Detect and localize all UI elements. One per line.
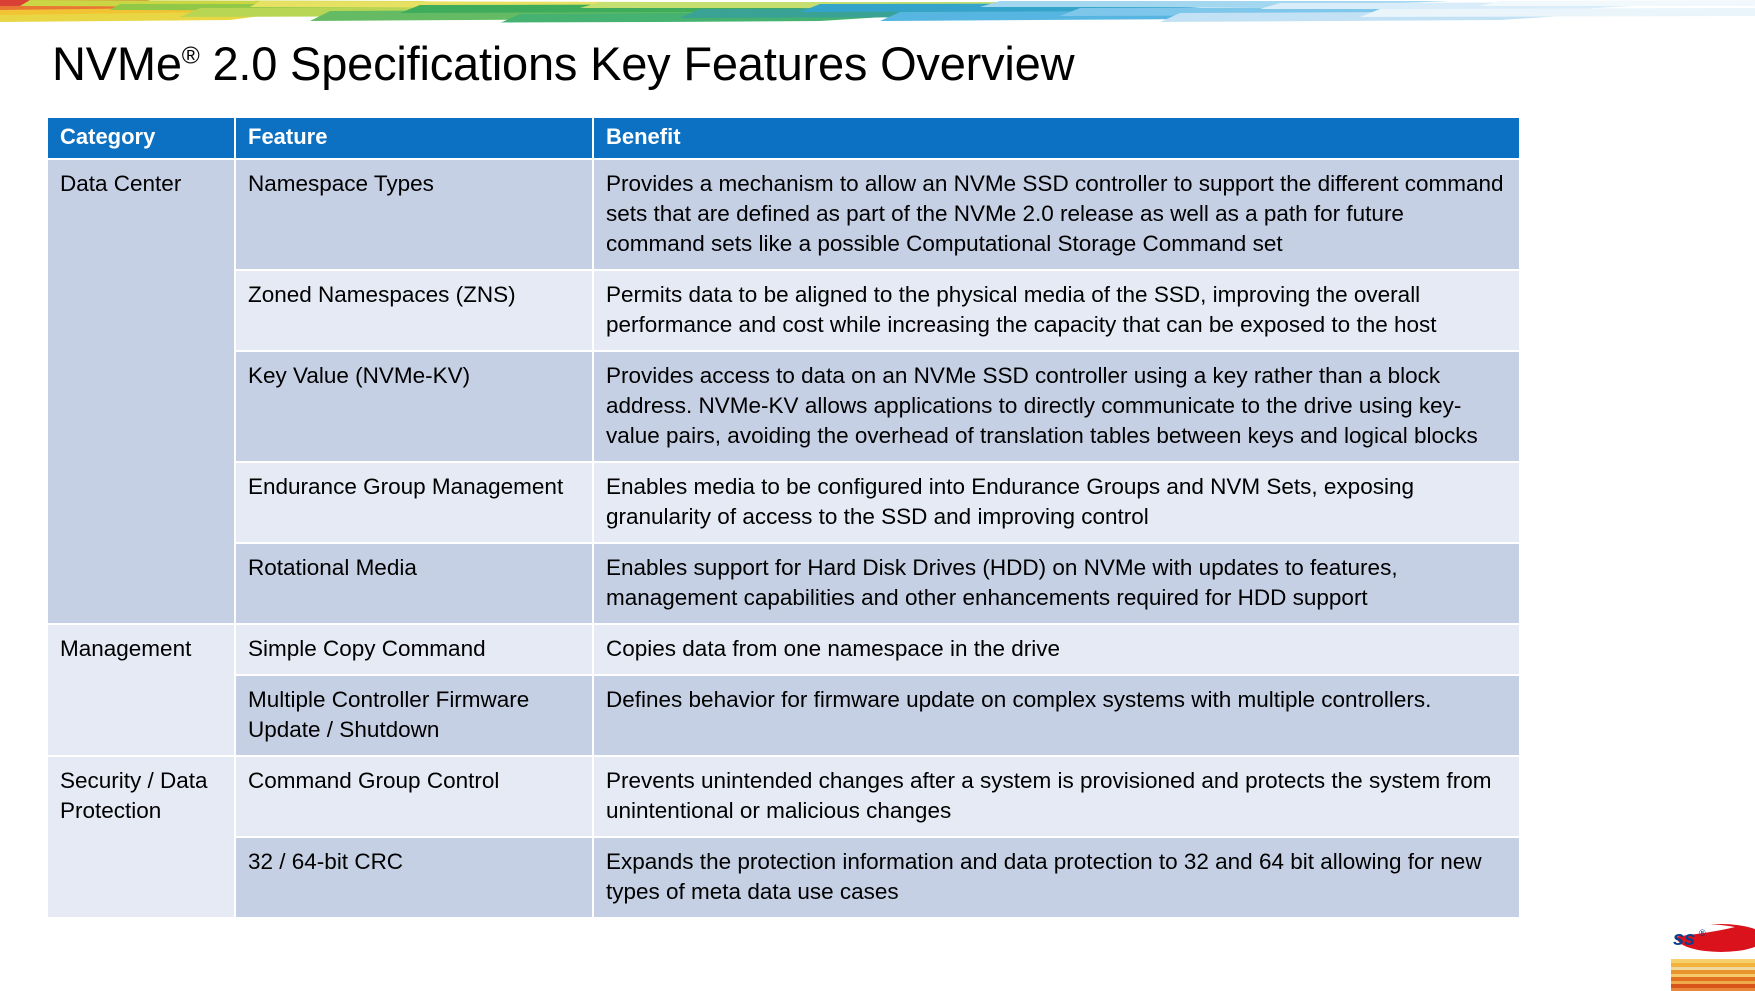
feature-cell: Simple Copy Command bbox=[236, 625, 592, 674]
benefit-cell: Defines behavior for firmware update on … bbox=[594, 676, 1519, 755]
registered-trademark-mark: ® bbox=[181, 42, 200, 70]
category-cell: Data Center bbox=[48, 160, 234, 623]
page-title-rest: 2.0 Specifications Key Features Overview bbox=[199, 37, 1075, 90]
table-row: Zoned Namespaces (ZNS) Permits data to be… bbox=[48, 271, 1519, 350]
category-cell: Management bbox=[48, 625, 234, 755]
logo-text: ss bbox=[1673, 928, 1695, 950]
table-header-row: Category Feature Benefit bbox=[48, 118, 1519, 158]
table-header: Category Feature Benefit bbox=[48, 118, 1519, 158]
specifications-table: Category Feature Benefit Data Center Name… bbox=[46, 116, 1521, 919]
table-row: Security / Data Protection Command Group … bbox=[48, 757, 1519, 917]
feature-cell: Multiple Controller Firmware Update / Sh… bbox=[236, 676, 592, 755]
table-row: Key Value (NVMe-KV) Provides access to da… bbox=[48, 352, 1519, 461]
feature-cell: Namespace Types bbox=[236, 160, 592, 269]
table-body: Data Center Namespace Types Provides a mec… bbox=[48, 160, 1519, 917]
column-header-feature: Feature bbox=[236, 118, 592, 158]
column-header-category: Category bbox=[48, 118, 234, 158]
feature-cell: Key Value (NVMe-KV) bbox=[236, 352, 592, 461]
page-title: NVMe® 2.0 Specifications Key Features Ov… bbox=[52, 36, 1075, 92]
benefit-cell: Enables support for Hard Disk Drives (HD… bbox=[594, 544, 1519, 623]
benefit-cell: Expands the protection information and d… bbox=[594, 838, 1519, 917]
table-row: 32 / 64-bit CRC Expands the protection in… bbox=[48, 838, 1519, 917]
column-header-benefit: Benefit bbox=[594, 118, 1519, 158]
benefit-cell: Copies data from one namespace in the dr… bbox=[594, 625, 1519, 674]
logo-graphic: ss ® bbox=[1671, 924, 1755, 991]
feature-cell: Endurance Group Management bbox=[236, 463, 592, 542]
benefit-cell: Prevents unintended changes after a syst… bbox=[594, 757, 1519, 836]
table-row: Management Simple Copy Command Copies data… bbox=[48, 625, 1519, 755]
benefit-cell: Provides access to data on an NVMe SSD c… bbox=[594, 352, 1519, 461]
category-cell: Security / Data Protection bbox=[48, 757, 234, 917]
flash-memory-summit-logo: ss ® bbox=[1671, 917, 1755, 991]
page-title-main: NVMe bbox=[52, 37, 182, 90]
benefit-cell: Provides a mechanism to allow an NVMe SS… bbox=[594, 160, 1519, 269]
feature-cell: 32 / 64-bit CRC bbox=[236, 838, 592, 917]
feature-cell: Command Group Control bbox=[236, 757, 592, 836]
logo-registered-mark: ® bbox=[1699, 928, 1706, 938]
benefit-cell: Enables media to be configured into Endu… bbox=[594, 463, 1519, 542]
feature-cell: Rotational Media bbox=[236, 544, 592, 623]
decorative-top-banner bbox=[0, 0, 1755, 30]
feature-cell: Zoned Namespaces (ZNS) bbox=[236, 271, 592, 350]
table-row: Data Center Namespace Types Provides a mec… bbox=[48, 160, 1519, 623]
benefit-cell: Permits data to be aligned to the physic… bbox=[594, 271, 1519, 350]
table-row: Endurance Group Management Enables media … bbox=[48, 463, 1519, 542]
table-row: Multiple Controller Firmware Update / Sh… bbox=[48, 676, 1519, 755]
logo-stripes bbox=[1671, 959, 1755, 991]
table-row: Rotational Media Enables support for Hard… bbox=[48, 544, 1519, 623]
banner-streaks-graphic bbox=[0, 0, 1755, 30]
